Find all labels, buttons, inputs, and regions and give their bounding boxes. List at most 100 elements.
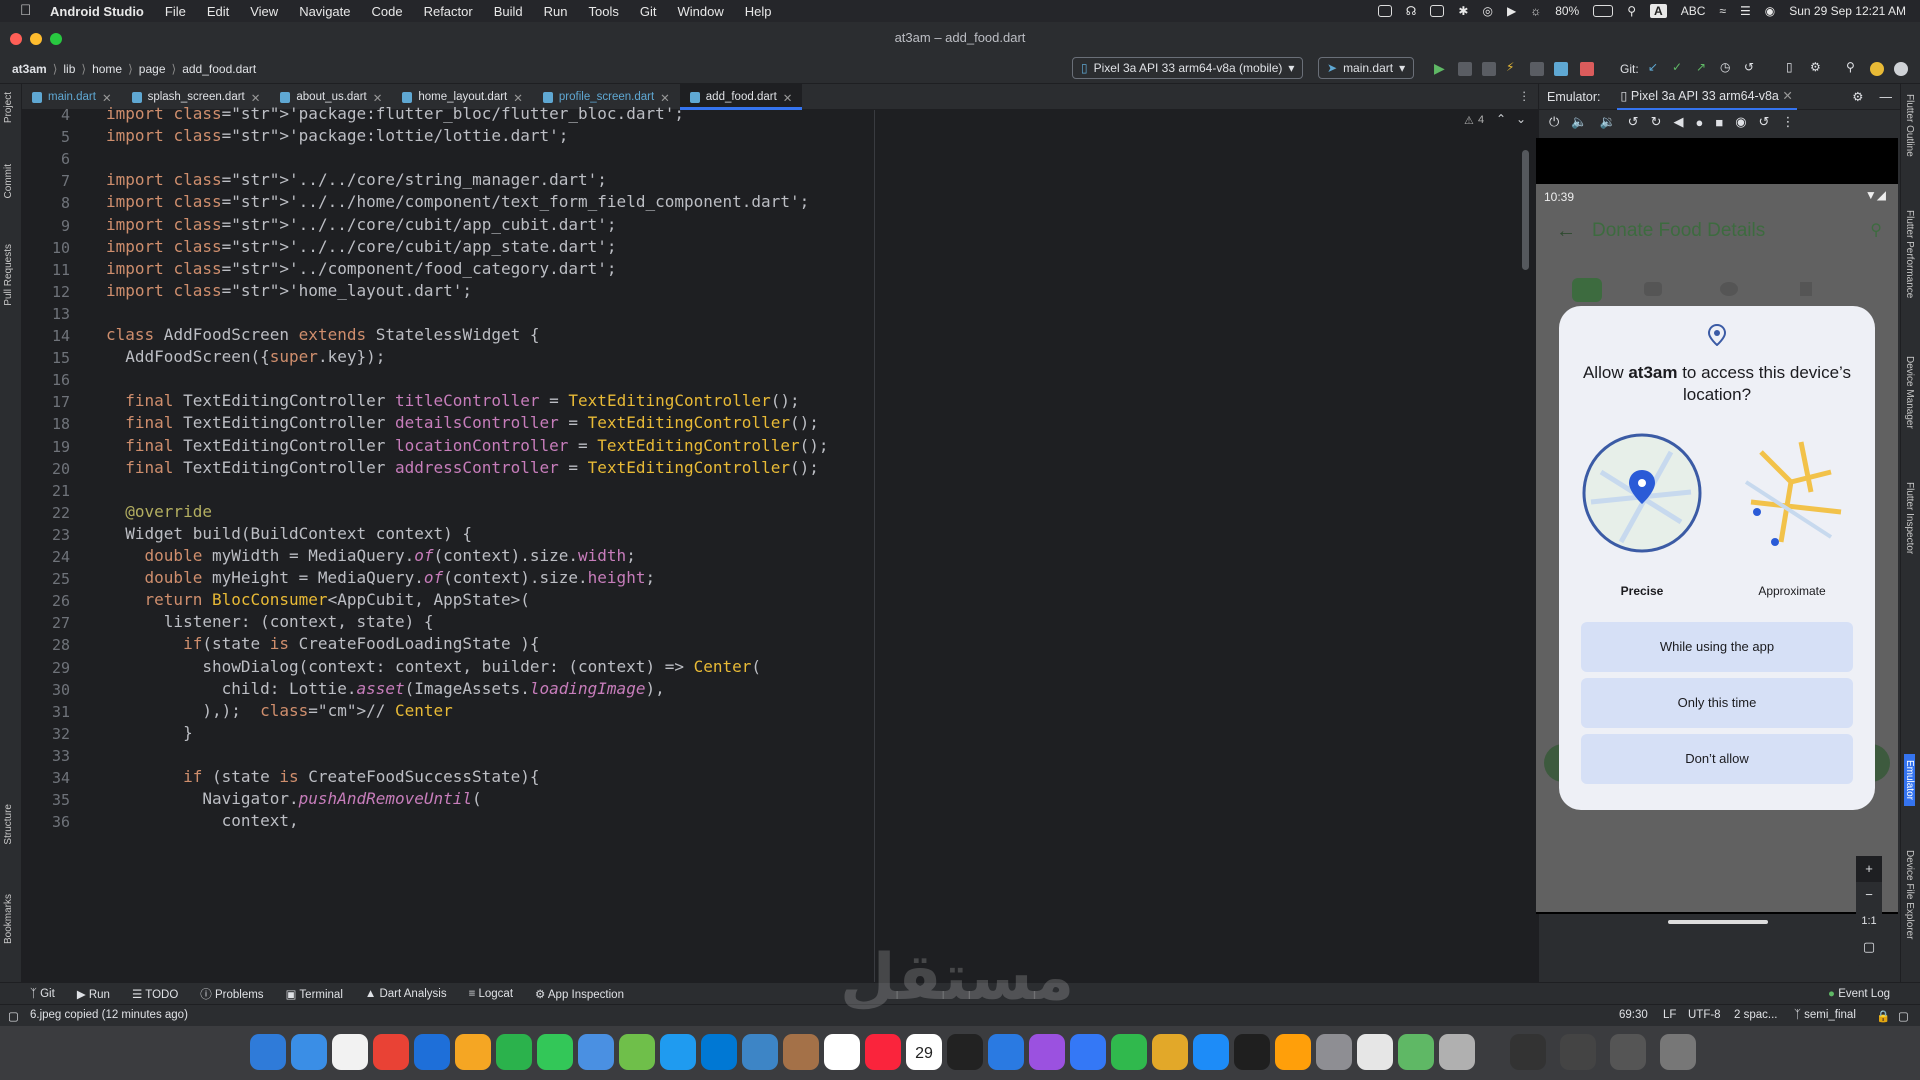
rotate-right-icon[interactable]: ↻ (1651, 114, 1662, 130)
siri-icon[interactable]: ◉ (1765, 4, 1775, 18)
menu-git[interactable]: Git (640, 4, 657, 19)
indent-setting[interactable]: 2 spac... (1734, 1009, 1777, 1021)
git-branch[interactable]: ᛉ semi_final (1794, 1009, 1856, 1021)
hot-restart-icon[interactable] (1554, 62, 1568, 76)
notifications-icon[interactable]: ▢ (1898, 1009, 1909, 1023)
code-line[interactable]: import class="str">'home_layout.dart'; (106, 281, 472, 300)
calendar-icon[interactable]: 29 (906, 1034, 942, 1070)
input-source-icon[interactable]: A (1650, 4, 1667, 18)
code-line[interactable]: } (106, 723, 193, 742)
control-center-icon[interactable]: ☰ (1740, 4, 1751, 18)
code-line[interactable]: AddFoodScreen({super.key}); (106, 347, 385, 366)
brightness-icon[interactable]: ☼ (1530, 4, 1541, 18)
gesture-nav-bar[interactable] (1668, 920, 1768, 924)
photos-icon[interactable] (455, 1034, 491, 1070)
attach-debugger-icon[interactable] (1530, 62, 1544, 76)
more-icon[interactable]: ⋮ (1781, 114, 1794, 130)
breadcrumb-page[interactable]: page (139, 62, 166, 76)
launchpad-icon[interactable] (332, 1034, 368, 1070)
contacts-icon[interactable] (783, 1034, 819, 1070)
minimize-panel-icon[interactable]: — (1880, 90, 1893, 104)
trash-icon[interactable] (1660, 1034, 1696, 1070)
quicktime-icon[interactable] (1357, 1034, 1393, 1070)
close-tab-icon[interactable]: ✕ (783, 91, 793, 107)
only-this-time-button[interactable]: Only this time (1581, 678, 1853, 728)
code-line[interactable]: double myWidth = MediaQuery.of(context).… (106, 546, 636, 565)
tab-actions-icon[interactable]: ⋮ (1519, 84, 1531, 109)
battery-percent[interactable]: 80% (1555, 4, 1579, 18)
stop-icon[interactable] (1580, 62, 1594, 76)
bluetooth-icon[interactable]: ✱ (1458, 4, 1468, 18)
power-icon[interactable]: ⏻ (1549, 114, 1559, 130)
tool-flutter-inspector[interactable]: Flutter Inspector (1904, 482, 1915, 554)
profile-icon[interactable] (1482, 62, 1496, 76)
approximate-map-icon[interactable] (1731, 432, 1853, 554)
tool-commit[interactable]: Commit (3, 164, 14, 198)
recent-app-icon[interactable] (1610, 1034, 1646, 1070)
category-icon[interactable] (1644, 282, 1662, 296)
menu-help[interactable]: Help (745, 4, 772, 19)
ide-update-icon[interactable] (1870, 62, 1884, 76)
code-line[interactable]: Navigator.pushAndRemoveUntil( (106, 789, 481, 808)
tool-run[interactable]: ▶ Run (77, 987, 110, 1001)
camera-icon[interactable]: ◉ (1735, 114, 1746, 130)
code-line[interactable]: class AddFoodScreen extends StatelessWid… (106, 325, 540, 344)
battery-icon[interactable] (1593, 5, 1614, 17)
code-line[interactable]: showDialog(context: context, builder: (c… (106, 657, 761, 676)
davinci-icon[interactable] (1152, 1034, 1188, 1070)
history-icon[interactable]: ◷ (1720, 60, 1734, 74)
location-pin-icon[interactable]: ⚲ (1870, 220, 1882, 240)
tool-logcat[interactable]: ≡ Logcat (469, 988, 513, 1000)
precise-map-icon[interactable] (1581, 432, 1703, 554)
phone-screen[interactable]: 10:39 ▼◢ ← Donate Food Details ⚲ Allow a… (1536, 184, 1898, 924)
apple-icon[interactable]:  (20, 3, 36, 19)
pycharm-icon[interactable] (496, 1034, 532, 1070)
code-line[interactable]: final TextEditingController locationCont… (106, 436, 828, 455)
settings-icon[interactable] (1894, 62, 1908, 76)
home-icon[interactable]: ● (1695, 115, 1703, 130)
tool-terminal[interactable]: ▣ Terminal (286, 987, 343, 1001)
code-line[interactable]: listener: (context, state) { (106, 612, 434, 631)
menu-tools[interactable]: Tools (589, 4, 619, 19)
tool-dart-analysis[interactable]: ▲ Dart Analysis (365, 988, 447, 1000)
code-line[interactable]: if(state is CreateFoodLoadingState ){ (106, 634, 539, 653)
tool-app-inspection[interactable]: ⚙ App Inspection (535, 987, 624, 1001)
cursor-position[interactable]: 69:30 (1619, 1009, 1648, 1021)
code-line[interactable]: context, (106, 811, 299, 830)
tool-bookmarks[interactable]: Bookmarks (3, 894, 14, 944)
tool-git[interactable]: ᛉ Git (30, 988, 55, 1000)
category-icon[interactable] (1800, 282, 1812, 296)
chrome-icon[interactable] (373, 1034, 409, 1070)
messages-icon[interactable] (537, 1034, 573, 1070)
tab-add-food-dart[interactable]: add_food.dart ✕ (679, 84, 803, 110)
screen-mirroring-icon[interactable] (1377, 5, 1392, 17)
numbers-icon[interactable] (1111, 1034, 1147, 1070)
rollback-icon[interactable]: ↺ (1744, 60, 1758, 74)
code-line[interactable]: final TextEditingController addressContr… (106, 458, 819, 477)
category-food-icon[interactable] (1572, 278, 1602, 302)
facetime-icon[interactable] (660, 1034, 696, 1070)
code-line[interactable]: import class="str">'../../home/component… (106, 192, 809, 211)
display-icon[interactable] (1430, 5, 1445, 17)
menu-file[interactable]: File (165, 4, 186, 19)
freeform-icon[interactable] (988, 1034, 1024, 1070)
git-update-icon[interactable]: ↙ (1648, 60, 1662, 74)
zoom-in-icon[interactable]: + (1856, 856, 1882, 882)
mail-app-icon[interactable] (414, 1034, 450, 1070)
maps-icon[interactable] (619, 1034, 655, 1070)
code-line[interactable]: double myHeight = MediaQuery.of(context)… (106, 568, 656, 587)
tool-device-file-explorer[interactable]: Device File Explorer (1904, 850, 1915, 939)
hot-reload-icon[interactable]: ⚡ (1506, 60, 1520, 74)
status-panel-icon[interactable]: ▢ (8, 1009, 19, 1023)
code-line[interactable]: @override (106, 502, 212, 521)
code-line[interactable]: final TextEditingController titleControl… (106, 391, 799, 410)
snapshot-icon[interactable]: ↺ (1759, 114, 1770, 130)
music-icon[interactable] (865, 1034, 901, 1070)
code-line[interactable]: return BlocConsumer<AppCubit, AppState>( (106, 590, 530, 609)
tool-problems[interactable]: ⓘ Problems (200, 986, 263, 1002)
recent-app-icon[interactable] (1560, 1034, 1596, 1070)
app-store-icon[interactable] (1193, 1034, 1229, 1070)
code-line[interactable]: import class="str">'../../core/string_ma… (106, 170, 607, 189)
dont-allow-button[interactable]: Don’t allow (1581, 734, 1853, 784)
tool-pull-requests[interactable]: Pull Requests (3, 244, 14, 306)
